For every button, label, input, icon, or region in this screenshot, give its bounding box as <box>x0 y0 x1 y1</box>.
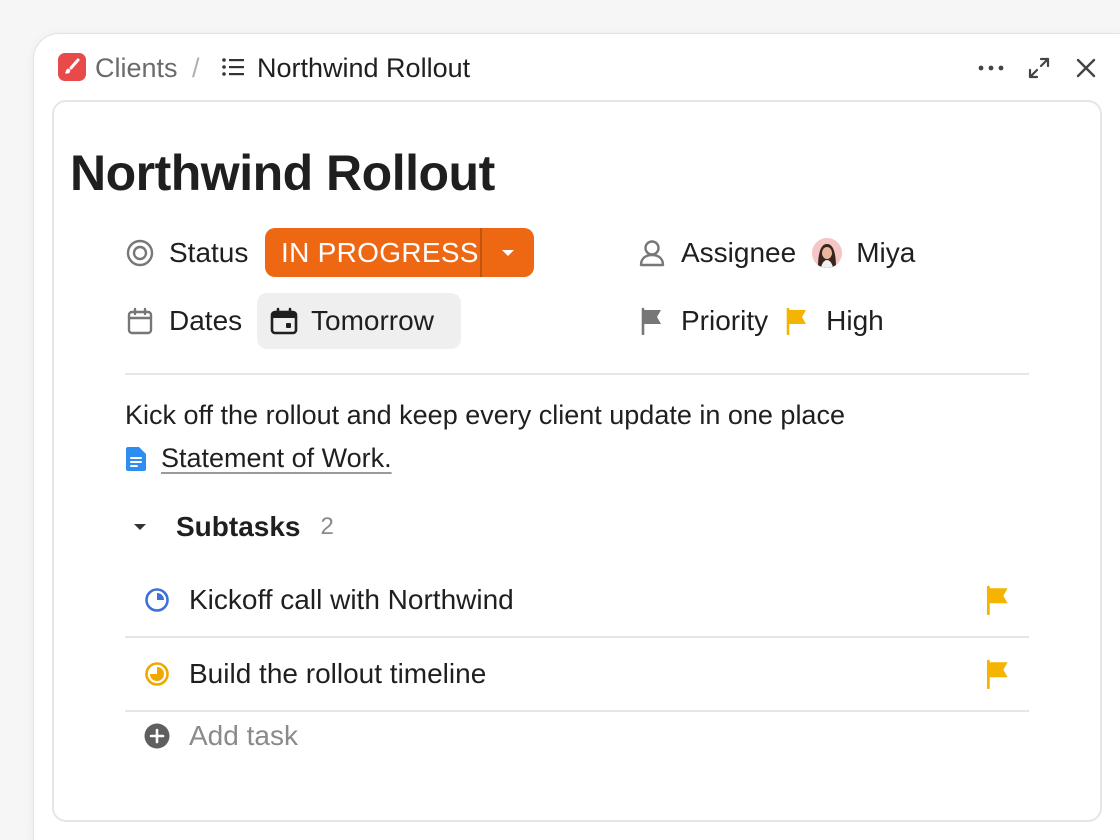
priority-value[interactable]: High <box>826 305 884 337</box>
breadcrumb-separator: / <box>192 52 200 83</box>
assignee-name[interactable]: Miya <box>856 237 915 269</box>
task-detail-panel: Northwind Rollout Status IN PROGRESS Ass… <box>52 100 1102 822</box>
progress-three-quarter-icon[interactable] <box>144 661 170 687</box>
breadcrumb-clients[interactable]: Clients <box>95 52 178 84</box>
subtask-label[interactable]: Build the rollout timeline <box>189 658 486 690</box>
flag-icon[interactable] <box>983 659 1013 689</box>
ellipsis-icon <box>978 65 1004 71</box>
dates-label: Dates <box>169 305 243 336</box>
subtask-row[interactable]: Build the rollout timeline <box>125 638 1029 710</box>
add-task-button[interactable]: Add task <box>125 720 298 752</box>
expand-button[interactable] <box>1025 54 1053 82</box>
target-icon <box>125 238 155 268</box>
subtask-divider <box>125 710 1029 712</box>
document-icon <box>125 446 147 472</box>
priority-property[interactable]: Priority High <box>637 305 884 337</box>
flag-icon <box>784 307 810 335</box>
priority-label: Priority <box>681 305 769 336</box>
flag-icon[interactable] <box>983 585 1013 615</box>
expand-icon <box>1028 57 1050 79</box>
assignee-label: Assignee <box>681 237 797 268</box>
subtasks-count: 2 <box>320 513 334 540</box>
close-button[interactable] <box>1072 54 1100 82</box>
dates-value[interactable]: Tomorrow <box>311 305 434 337</box>
close-icon <box>1076 58 1096 78</box>
caret-down-icon[interactable] <box>482 248 534 258</box>
avatar <box>812 238 843 268</box>
status-value[interactable]: IN PROGRESS <box>265 237 480 269</box>
caret-down-icon[interactable] <box>132 522 148 532</box>
subtasks-header[interactable]: Subtasks 2 <box>132 511 334 543</box>
status-label: Status <box>169 237 249 268</box>
status-property: Status <box>125 237 248 269</box>
subtask-label[interactable]: Kickoff call with Northwind <box>189 584 514 616</box>
breadcrumb-current[interactable]: Northwind Rollout <box>257 52 470 84</box>
dates-property: Dates <box>125 305 242 337</box>
status-dropdown[interactable]: IN PROGRESS <box>265 228 534 277</box>
assignee-property[interactable]: Assignee Miya <box>637 237 915 269</box>
attachment-link-text[interactable]: Statement of Work. <box>161 443 392 474</box>
task-title[interactable]: Northwind Rollout <box>70 144 495 202</box>
calendar-icon <box>125 306 155 336</box>
properties-divider <box>125 373 1029 375</box>
more-options-button[interactable] <box>977 54 1005 82</box>
add-task-label[interactable]: Add task <box>189 720 298 752</box>
list-icon <box>222 58 244 76</box>
paintbrush-icon[interactable] <box>58 53 86 81</box>
date-picker-button[interactable]: Tomorrow <box>257 293 461 349</box>
calendar-filled-icon <box>270 307 298 335</box>
task-header-bar: Clients / Northwind Rollout <box>34 34 1120 100</box>
person-icon <box>637 238 667 268</box>
task-card: Clients / Northwind Rollout Northwind Ro… <box>33 33 1120 840</box>
plus-circle-icon <box>144 723 170 749</box>
progress-quarter-icon[interactable] <box>144 587 170 613</box>
flag-outline-icon <box>637 306 667 336</box>
attachment-link[interactable]: Statement of Work. <box>125 443 392 474</box>
subtasks-label: Subtasks <box>176 511 301 542</box>
subtask-row[interactable]: Kickoff call with Northwind <box>125 564 1029 636</box>
task-description[interactable]: Kick off the rollout and keep every clie… <box>125 400 845 431</box>
